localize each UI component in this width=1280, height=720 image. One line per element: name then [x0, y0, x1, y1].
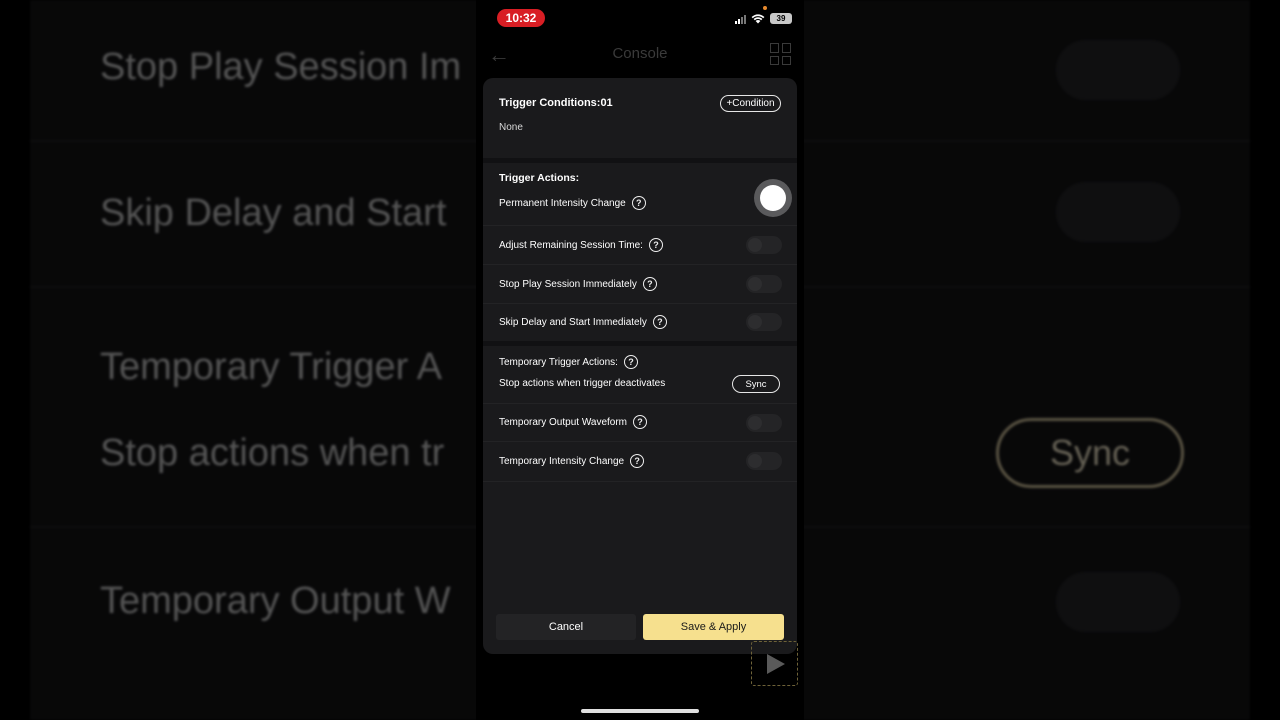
row-divider: [483, 264, 797, 265]
add-condition-button[interactable]: +Condition: [720, 95, 781, 112]
temporary-output-waveform: Temporary Output Waveform ?: [499, 415, 648, 429]
help-icon[interactable]: ?: [623, 355, 638, 369]
grid-icon[interactable]: [770, 43, 792, 65]
page-title: Console: [612, 45, 668, 62]
row-divider: [483, 225, 797, 226]
action-label: Stop Play Session Immediately: [499, 278, 637, 290]
action-adjust-session-time: Adjust Remaining Session Time: ?: [499, 238, 663, 252]
bg-text: Stop Play Session Im: [100, 46, 462, 88]
row-divider: [483, 481, 797, 482]
help-icon[interactable]: ?: [630, 454, 645, 468]
bg-text: Stop actions when tr: [100, 432, 445, 474]
bg-sync-button: Sync: [996, 418, 1184, 488]
action-label: Skip Delay and Start Immediately: [499, 316, 647, 328]
wifi-icon: [751, 13, 765, 23]
action-skip-delay: Skip Delay and Start Immediately ?: [499, 315, 667, 329]
action-stop-play-session: Stop Play Session Immediately ?: [499, 277, 657, 291]
sync-button[interactable]: Sync: [732, 375, 780, 393]
stop-play-session-toggle[interactable]: [746, 275, 782, 293]
section-divider: [483, 158, 797, 163]
action-label: Adjust Remaining Session Time:: [499, 239, 643, 251]
bg-toggle: [1056, 572, 1180, 632]
trigger-actions-title: Trigger Actions:: [499, 172, 580, 184]
bg-text: Skip Delay and Start: [100, 192, 447, 234]
trigger-conditions-section: Trigger Conditions:01 +Condition None: [483, 78, 797, 158]
temporary-actions-label: Temporary Trigger Actions:: [499, 356, 618, 368]
screen: Stop Play Session Im Skip Delay and Star…: [0, 0, 1280, 720]
action-permanent-intensity: Permanent Intensity Change ?: [499, 196, 646, 210]
conditions-value: None: [499, 122, 523, 133]
row-divider: [483, 441, 797, 442]
stop-actions-text: Stop actions when trigger deactivates: [499, 378, 666, 389]
action-label: Permanent Intensity Change: [499, 197, 626, 209]
help-icon[interactable]: ?: [652, 315, 667, 329]
play-icon: [767, 654, 785, 674]
privacy-indicator-icon: [763, 6, 767, 10]
status-icons: 39: [735, 13, 792, 24]
battery-icon: 39: [770, 13, 792, 24]
save-apply-button[interactable]: Save & Apply: [643, 614, 784, 640]
cancel-button[interactable]: Cancel: [496, 614, 636, 640]
home-indicator[interactable]: [581, 709, 699, 713]
temporary-actions-title: Temporary Trigger Actions: ?: [499, 355, 638, 369]
help-icon[interactable]: ?: [633, 415, 648, 429]
bg-text: Temporary Output W: [100, 580, 451, 622]
temporary-intensity-change-toggle[interactable]: [746, 452, 782, 470]
toggle-knob: [760, 185, 786, 211]
help-icon[interactable]: ?: [642, 277, 657, 291]
trigger-conditions-title: Trigger Conditions:01: [499, 97, 613, 109]
action-label: Temporary Intensity Change: [499, 455, 625, 467]
bg-toggle: [1056, 182, 1180, 242]
row-divider: [483, 303, 797, 304]
section-divider: [483, 341, 797, 346]
cellular-signal-icon: [735, 14, 746, 24]
trigger-settings-dialog: Trigger Conditions:01 +Condition None Tr…: [483, 78, 797, 654]
temporary-intensity-change: Temporary Intensity Change ?: [499, 454, 645, 468]
row-divider: [483, 403, 797, 404]
adjust-session-time-toggle[interactable]: [746, 236, 782, 254]
action-label: Temporary Output Waveform: [499, 416, 628, 428]
bg-toggle: [1056, 40, 1180, 100]
help-icon[interactable]: ?: [648, 238, 663, 252]
bg-text: Temporary Trigger A: [100, 346, 443, 388]
temporary-output-waveform-toggle[interactable]: [746, 414, 782, 432]
permanent-intensity-toggle[interactable]: [754, 179, 792, 217]
status-time: 10:32: [497, 9, 545, 27]
help-icon[interactable]: ?: [631, 196, 646, 210]
skip-delay-toggle[interactable]: [746, 313, 782, 331]
